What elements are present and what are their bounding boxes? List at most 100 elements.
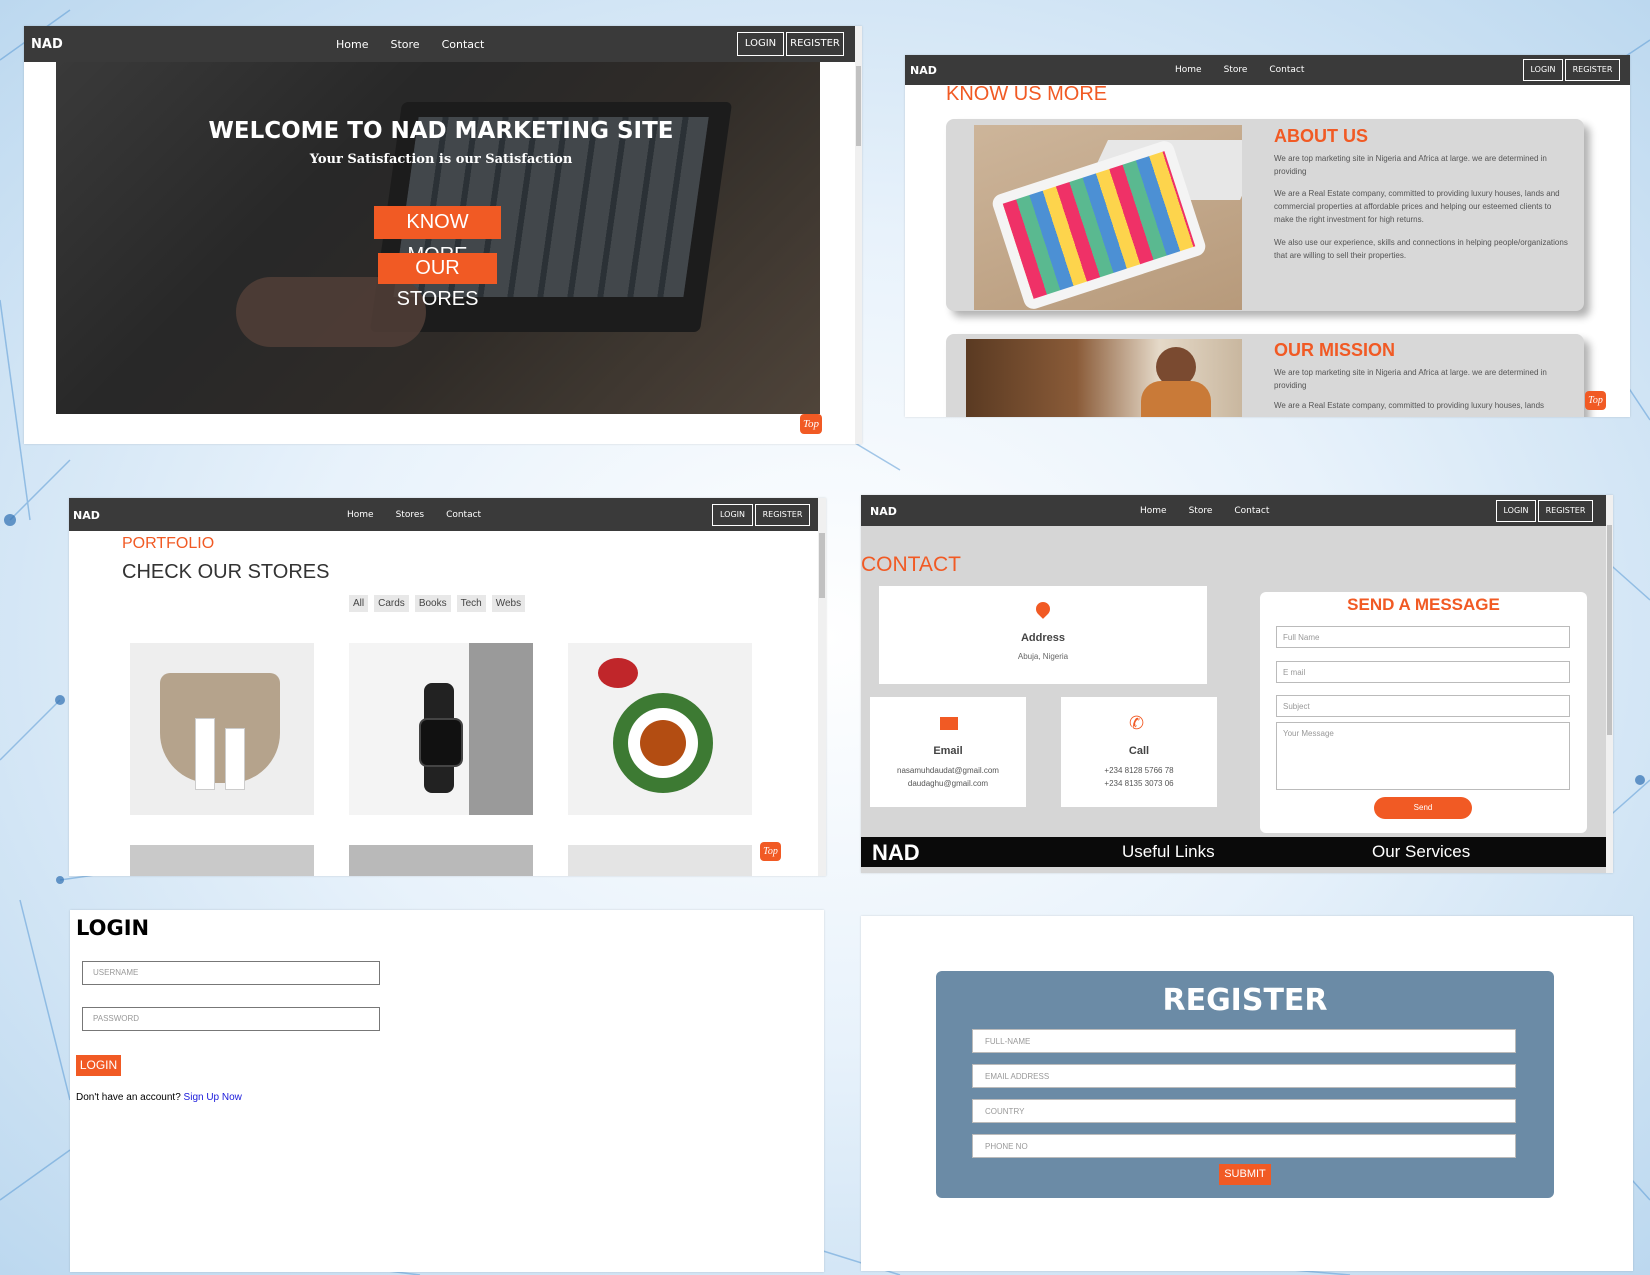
portfolio-item-5[interactable] — [349, 845, 533, 876]
filter-webs[interactable]: Webs — [491, 595, 526, 612]
nav-contact[interactable]: Contact — [1269, 65, 1304, 75]
brand-logo[interactable]: NAD — [31, 37, 63, 52]
email-value-2: daudaghu@gmail.com — [907, 779, 989, 788]
signup-prompt: Don't have an account? Sign Up Now — [76, 1092, 242, 1103]
filter-books[interactable]: Books — [414, 595, 451, 612]
message-form: SEND A MESSAGE Full Name E mail Subject … — [1260, 592, 1587, 833]
email-address-input[interactable]: EMAIL ADDRESS — [972, 1064, 1516, 1088]
filter-cards[interactable]: Cards — [374, 595, 409, 612]
username-input[interactable]: USERNAME — [82, 961, 380, 985]
scrollbar-thumb[interactable] — [1607, 525, 1612, 735]
navbar: NAD Home Store Contact LOGIN REGISTER — [905, 55, 1630, 85]
portfolio-item-tea[interactable] — [568, 643, 752, 815]
portfolio-item-basket[interactable] — [130, 643, 314, 815]
email-input[interactable]: E mail — [1276, 661, 1570, 683]
contact-heading: CONTACT — [861, 553, 961, 576]
country-input[interactable]: COUNTRY — [972, 1099, 1516, 1123]
about-card: ABOUT US We are top marketing site in Ni… — [946, 119, 1584, 311]
register-button[interactable]: REGISTER — [786, 32, 844, 56]
filter-tech[interactable]: Tech — [456, 595, 486, 612]
portfolio-item-4[interactable] — [130, 845, 314, 876]
email-value-1: nasamuhdaudat@gmail.com — [897, 766, 999, 775]
phone-input[interactable]: PHONE NO — [972, 1134, 1516, 1158]
address-card: Address Abuja, Nigeria — [879, 586, 1207, 684]
signup-link[interactable]: Sign Up Now — [184, 1092, 242, 1103]
nav-links: Home Store Contact — [1140, 506, 1269, 516]
filter-all[interactable]: All — [349, 595, 369, 612]
nav-home[interactable]: Home — [1175, 65, 1202, 75]
portfolio-screenshot: NAD Home Stores Contact LOGIN REGISTER P… — [69, 498, 826, 876]
message-textarea[interactable]: Your Message — [1276, 722, 1570, 790]
person-body-shape — [1141, 381, 1211, 417]
scrollbar[interactable] — [1606, 495, 1613, 873]
home-screenshot: NAD Home Store Contact LOGIN REGISTER WE… — [24, 26, 862, 444]
nav-links: Home Store Contact — [336, 38, 484, 51]
portfolio-item-6[interactable] — [568, 845, 752, 876]
footer-our-services: Our Services — [1372, 842, 1471, 861]
mission-title: OUR MISSION — [1274, 340, 1396, 360]
fullname-input[interactable]: FULL-NAME — [972, 1029, 1516, 1053]
scrollbar-thumb[interactable] — [819, 533, 825, 598]
nav-home[interactable]: Home — [347, 510, 374, 520]
bottle-shape-2 — [225, 728, 245, 790]
top-button[interactable]: Top — [1585, 391, 1606, 410]
navbar: NAD Home Store Contact LOGIN REGISTER — [24, 26, 862, 62]
nav-store[interactable]: Store — [1189, 506, 1213, 516]
tablet-image — [974, 125, 1242, 310]
footer-useful-links: Useful Links — [1122, 842, 1215, 861]
tablet-screen — [1002, 151, 1196, 299]
watch-face-shape — [419, 718, 463, 767]
scrollbar-thumb[interactable] — [856, 66, 861, 146]
nav-store[interactable]: Store — [390, 38, 419, 51]
brand-logo[interactable]: NAD — [910, 64, 937, 77]
login-button[interactable]: LOGIN — [1496, 500, 1536, 522]
login-button[interactable]: LOGIN — [712, 504, 753, 526]
top-button[interactable]: Top — [800, 414, 822, 434]
register-button[interactable]: REGISTER — [1565, 59, 1620, 81]
brand-logo[interactable]: NAD — [870, 505, 897, 518]
nav-contact[interactable]: Contact — [446, 510, 481, 520]
mission-paragraph-2: We are a Real Estate company, committed … — [1274, 401, 1545, 410]
phone-icon: ✆ — [1129, 713, 1145, 733]
nav-stores[interactable]: Stores — [396, 510, 424, 520]
filter-bar: All Cards Books Tech Webs — [349, 595, 526, 612]
no-account-text: Don't have an account? — [76, 1092, 181, 1103]
portfolio-label: PORTFOLIO — [122, 535, 215, 552]
footer-brand: NAD — [872, 840, 920, 865]
contact-screenshot: NAD Home Store Contact LOGIN REGISTER CO… — [861, 495, 1613, 873]
send-button[interactable]: Send — [1374, 797, 1472, 819]
nav-contact[interactable]: Contact — [442, 38, 485, 51]
login-title: LOGIN — [76, 916, 150, 940]
login-button[interactable]: LOGIN — [737, 32, 784, 56]
password-input[interactable]: PASSWORD — [82, 1007, 380, 1031]
tablet-shape — [990, 138, 1208, 310]
scrollbar[interactable] — [818, 498, 826, 876]
register-screenshot: REGISTER FULL-NAME EMAIL ADDRESS COUNTRY… — [861, 916, 1633, 1271]
know-more-button[interactable]: KNOW MORE — [374, 206, 501, 266]
address-value: Abuja, Nigeria — [1017, 652, 1069, 661]
nav-contact[interactable]: Contact — [1234, 506, 1269, 516]
nav-home[interactable]: Home — [336, 38, 368, 51]
submit-button[interactable]: SUBMIT — [1219, 1164, 1271, 1185]
address-label: Address — [1020, 632, 1066, 644]
our-stores-button[interactable]: OUR STORES — [378, 253, 497, 310]
office-image — [966, 339, 1242, 417]
berries-shape — [598, 658, 638, 688]
brand-logo[interactable]: NAD — [73, 509, 100, 522]
top-button[interactable]: Top — [760, 842, 781, 861]
about-paragraph-3: We also use our experience, skills and c… — [1274, 238, 1568, 260]
portfolio-heading: CHECK OUR STORES — [122, 561, 330, 583]
nav-links: Home Stores Contact — [347, 510, 481, 520]
login-button[interactable]: LOGIN — [1523, 59, 1563, 81]
nav-store[interactable]: Store — [1224, 65, 1248, 75]
name-input[interactable]: Full Name — [1276, 626, 1570, 648]
about-paragraph-2: We are a Real Estate company, committed … — [1274, 189, 1560, 224]
login-submit-button[interactable]: LOGIN — [76, 1055, 121, 1076]
register-title: REGISTER — [1162, 983, 1328, 1018]
nav-home[interactable]: Home — [1140, 506, 1167, 516]
portfolio-item-watch[interactable] — [349, 643, 533, 815]
register-button[interactable]: REGISTER — [1538, 500, 1593, 522]
subject-input[interactable]: Subject — [1276, 695, 1570, 717]
scrollbar[interactable] — [855, 26, 862, 444]
register-button[interactable]: REGISTER — [755, 504, 810, 526]
